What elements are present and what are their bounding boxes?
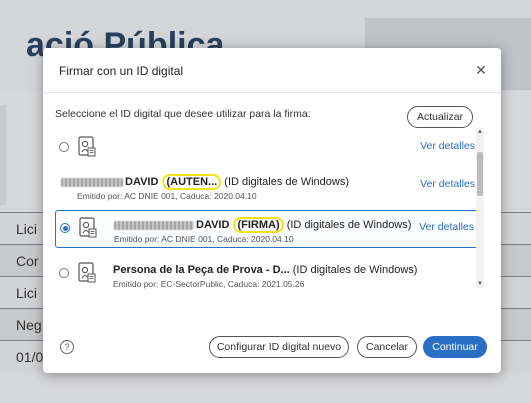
id-type: (ID digitales de Windows) <box>224 176 349 188</box>
continue-button[interactable]: Continuar <box>423 336 487 358</box>
background-bar <box>0 105 6 205</box>
radio-button[interactable] <box>59 142 69 152</box>
id-issuer: Emitido por: EC-SectorPublic, Caduca: 20… <box>113 279 305 289</box>
configure-id-button[interactable]: Configurar ID digital nuevo <box>209 336 349 358</box>
id-issuer: Emitido por: AC DNIE 001, Caduca: 2020.0… <box>114 234 294 244</box>
id-type: (ID digitales de Windows) <box>292 264 418 276</box>
row-label: Lici <box>16 285 38 301</box>
list-item-selected[interactable]: DAVID (FIRMA) (ID digitales de Windows) … <box>55 210 481 248</box>
cancel-button[interactable]: Cancelar <box>357 336 417 358</box>
radio-button[interactable] <box>59 268 69 278</box>
list-item[interactable]: Persona de la Peça de Prova - D... (ID d… <box>55 256 481 294</box>
certificate-icon <box>79 217 97 238</box>
certificate-icon <box>78 136 96 157</box>
help-icon[interactable]: ? <box>60 340 74 354</box>
id-name: DAVID (FIRMA) (ID digitales de Windows) <box>114 217 412 233</box>
dialog-title: Firmar con un ID digital <box>59 64 184 78</box>
highlighted-label: (FIRMA) <box>233 217 284 233</box>
id-type: (ID digitales de Windows) <box>286 219 412 231</box>
row-label: Neg <box>16 317 42 333</box>
row-label: Cor <box>16 253 39 269</box>
id-name: DAVID (AUTEN... (ID digitales de Windows… <box>61 174 349 190</box>
list-item[interactable]: Ver detalles <box>55 130 481 168</box>
details-link[interactable]: Ver detalles <box>419 221 474 233</box>
divider <box>43 92 501 93</box>
redacted-name <box>114 220 194 230</box>
scroll-down-icon[interactable]: ▼ <box>476 280 484 288</box>
sign-dialog: Firmar con un ID digital ✕ Seleccione el… <box>43 48 501 373</box>
close-icon[interactable]: ✕ <box>473 62 489 78</box>
scroll-up-icon[interactable]: ▲ <box>476 128 484 136</box>
highlighted-label: (AUTEN... <box>162 174 222 190</box>
row-label: Lici <box>16 221 38 237</box>
redacted-name <box>61 177 123 187</box>
refresh-button[interactable]: Actualizar <box>407 106 473 128</box>
id-issuer: Emitido por: AC DNIE 001, Caduca: 2020.0… <box>77 191 257 201</box>
id-name: Persona de la Peça de Prova - D... (ID d… <box>113 264 418 276</box>
radio-button-checked[interactable] <box>60 223 70 233</box>
list-scrollbar[interactable]: ▲ ▼ <box>476 128 484 288</box>
details-link[interactable]: Ver detalles <box>420 178 475 190</box>
list-item[interactable]: DAVID (AUTEN... (ID digitales de Windows… <box>55 168 481 206</box>
scroll-thumb[interactable] <box>477 152 483 196</box>
details-link[interactable]: Ver detalles <box>420 140 475 152</box>
digital-id-list: Ver detalles DAVID (AUTEN... (ID digital… <box>55 126 489 294</box>
instruction-text: Seleccione el ID digital que desee utili… <box>55 108 311 120</box>
row-label: 01/0 <box>16 349 44 365</box>
certificate-icon <box>78 262 96 283</box>
